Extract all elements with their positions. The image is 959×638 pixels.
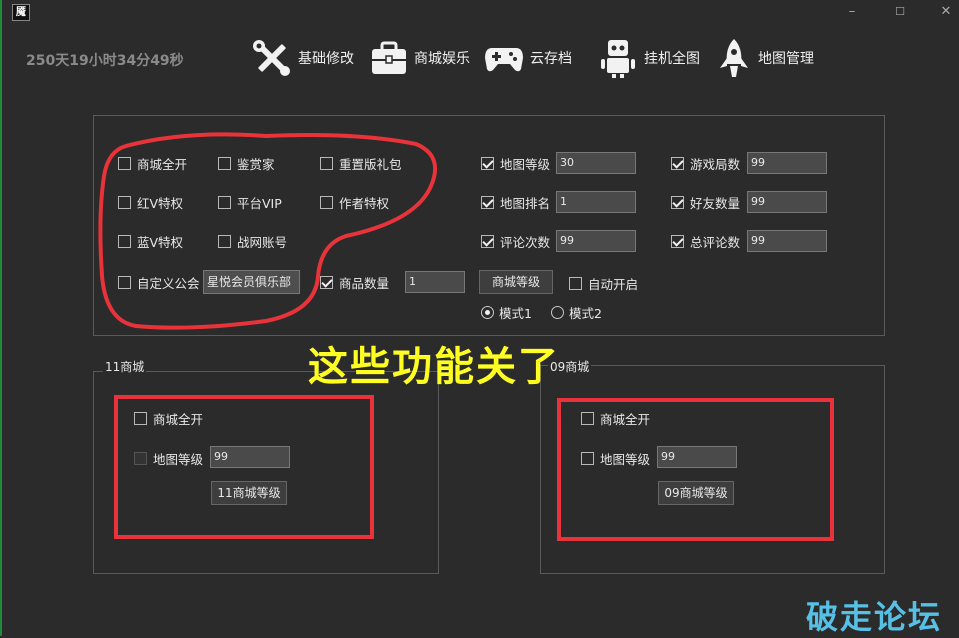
radio-dot[interactable]: [551, 305, 564, 319]
check-friend-count[interactable]: 好友数量: [671, 192, 740, 212]
shop11-title: 11商城: [103, 358, 147, 375]
total-comments-input[interactable]: 99: [747, 230, 827, 252]
checkbox-box[interactable]: [671, 234, 684, 248]
nav-shop-entertainment[interactable]: 商城娱乐: [370, 36, 470, 80]
uptime-timer: 250天19小时34分49秒: [26, 53, 184, 69]
friend-count-input[interactable]: 99: [747, 191, 827, 213]
check-auto-start[interactable]: 自动开启: [569, 273, 638, 293]
radio-mode-2[interactable]: 模式2: [551, 303, 602, 321]
radio-dot[interactable]: [481, 305, 494, 319]
maximize-button[interactable]: ☐: [882, 0, 918, 24]
nav-cloud-save[interactable]: 云存档: [484, 36, 572, 80]
check-comment-times[interactable]: 评论次数: [481, 231, 550, 251]
checkbox-box[interactable]: [481, 156, 494, 170]
checkbox-box[interactable]: [481, 195, 494, 209]
rocket-icon: [720, 39, 748, 77]
app-icon: 魇: [12, 4, 30, 21]
nav-label: 地图管理: [758, 51, 814, 67]
red-box-annotation: [114, 395, 374, 539]
map-level-input[interactable]: 30: [556, 152, 636, 174]
briefcase-icon: [372, 41, 406, 74]
checkbox-box[interactable]: [569, 276, 582, 290]
nav-idle-full-map[interactable]: 挂机全图: [598, 36, 700, 80]
forum-watermark: 破走论坛: [806, 598, 943, 636]
nav-basic-modify[interactable]: 基础修改: [252, 36, 354, 80]
robot-icon: [601, 40, 635, 78]
red-box-annotation: [557, 398, 834, 541]
nav-label: 商城娱乐: [414, 51, 470, 67]
check-total-comments[interactable]: 总评论数: [671, 231, 740, 251]
annotation-text: 这些功能关了: [308, 344, 560, 390]
tools-icon: [253, 40, 290, 76]
checkbox-box[interactable]: [481, 234, 494, 248]
nav-label: 云存档: [530, 51, 572, 67]
game-rounds-input[interactable]: 99: [747, 152, 827, 174]
shop-level-button[interactable]: 商城等级: [479, 270, 553, 294]
minimize-button[interactable]: –: [834, 0, 870, 24]
map-rank-input[interactable]: 1: [556, 191, 636, 213]
nav-label: 挂机全图: [644, 51, 700, 67]
nav-label: 基础修改: [298, 51, 354, 67]
radio-mode-1[interactable]: 模式1: [481, 303, 532, 321]
checkbox-box[interactable]: [671, 195, 684, 209]
comment-times-input[interactable]: 99: [556, 230, 636, 252]
check-game-rounds[interactable]: 游戏局数: [671, 153, 740, 173]
check-map-rank[interactable]: 地图排名: [481, 192, 550, 212]
window-edge: [0, 0, 2, 636]
close-button[interactable]: ✕: [928, 0, 959, 24]
check-map-level[interactable]: 地图等级: [481, 153, 550, 173]
checkbox-box[interactable]: [671, 156, 684, 170]
red-outline-annotation: [98, 132, 437, 330]
gamepad-icon: [485, 48, 523, 72]
nav-map-management[interactable]: 地图管理: [716, 36, 814, 80]
